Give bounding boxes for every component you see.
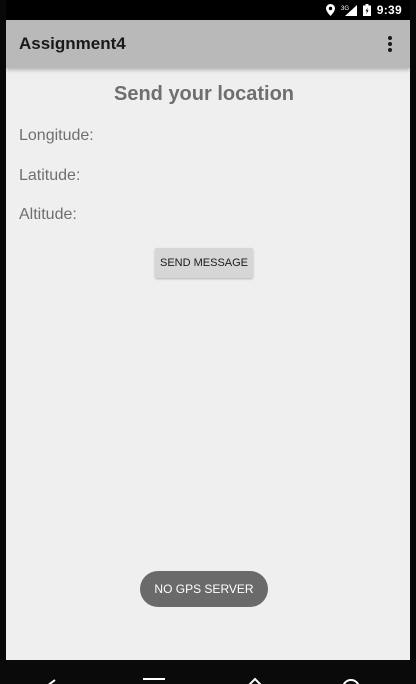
toast-message: NO GPS SERVER <box>140 571 268 607</box>
back-icon[interactable] <box>36 660 66 684</box>
page-heading: Send your location <box>113 83 295 105</box>
altitude-label: Altitude: <box>19 206 77 223</box>
battery-icon <box>362 4 371 16</box>
signal-3g-icon: 3G <box>341 4 357 16</box>
network-type-label: 3G <box>341 6 349 12</box>
device-frame: 3G 9:39 Assignment4 Send your location L… <box>0 0 416 684</box>
status-time: 9:39 <box>376 3 402 17</box>
navigation-bar <box>0 660 416 684</box>
search-icon[interactable] <box>336 660 366 684</box>
home-icon[interactable] <box>240 660 270 684</box>
longitude-label: Longitude: <box>19 127 94 144</box>
menu-icon[interactable] <box>139 660 169 684</box>
more-vert-icon[interactable] <box>384 34 396 54</box>
app-bar: Assignment4 <box>6 20 410 68</box>
app-screen: 3G 9:39 Assignment4 Send your location L… <box>6 0 410 660</box>
app-title: Assignment4 <box>19 34 126 53</box>
send-message-button[interactable]: SEND MESSAGE <box>155 248 253 278</box>
status-bar: 3G 9:39 <box>6 0 410 20</box>
status-icons: 3G 9:39 <box>325 0 402 20</box>
location-pin-icon <box>325 4 335 16</box>
latitude-label: Latitude: <box>19 167 81 184</box>
